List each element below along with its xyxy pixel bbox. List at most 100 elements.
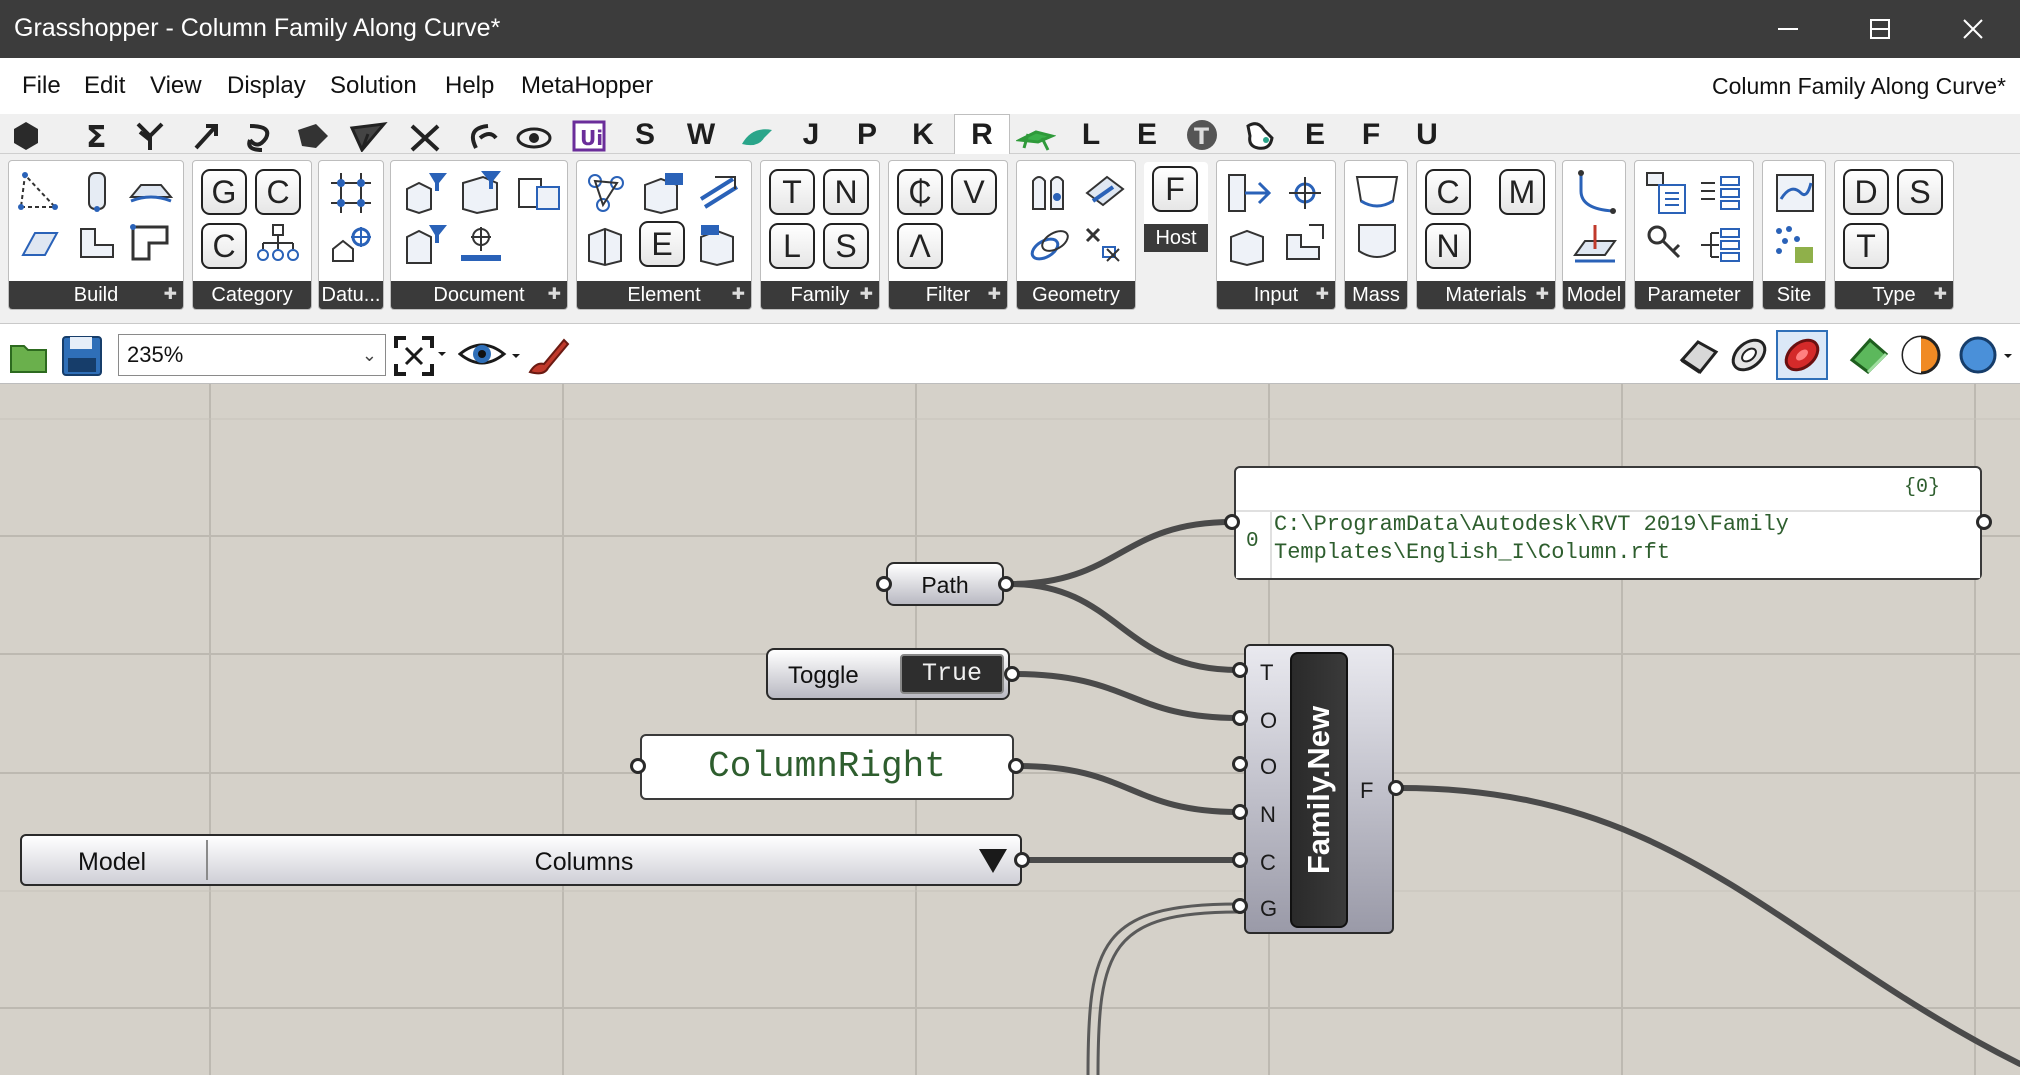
geometry-extrusion-icon[interactable]: [1025, 169, 1073, 217]
bird-tab-icon[interactable]: [738, 122, 778, 152]
element-geometry-icon[interactable]: [583, 169, 631, 217]
input-t-port[interactable]: [1232, 662, 1248, 678]
materials-m-button[interactable]: M: [1499, 169, 1545, 215]
menu-metahopper[interactable]: MetaHopper: [521, 72, 653, 100]
input-point-icon[interactable]: [1279, 169, 1327, 217]
category-g-button[interactable]: G: [201, 169, 247, 215]
type-s-button[interactable]: S: [1897, 169, 1943, 215]
materials-n-button[interactable]: N: [1425, 223, 1471, 269]
panel-input-port[interactable]: [1224, 514, 1240, 530]
element-decompose-icon[interactable]: [695, 221, 743, 269]
parameter-set-icon[interactable]: [1697, 169, 1745, 217]
filter-class-button[interactable]: ₵: [897, 169, 943, 215]
save-file-icon[interactable]: [60, 334, 104, 376]
family-new-component[interactable]: T O O N C G Family.New F: [1244, 644, 1394, 934]
element-parameters-icon[interactable]: [639, 169, 687, 217]
toggle-output-port[interactable]: [1004, 666, 1020, 682]
menu-view[interactable]: View: [150, 72, 202, 100]
tab-k[interactable]: K: [898, 116, 948, 154]
text-panel-output-port[interactable]: [1008, 758, 1024, 774]
tab-e[interactable]: E: [1122, 116, 1172, 154]
toggle-value[interactable]: True: [900, 654, 1004, 694]
mass-bottom-icon[interactable]: [1353, 221, 1401, 269]
input-g-port[interactable]: [1232, 898, 1248, 914]
input-element-icon[interactable]: [1225, 169, 1273, 217]
materials-c-button[interactable]: C: [1425, 169, 1471, 215]
tool-tab-icon[interactable]: T: [1184, 118, 1220, 152]
document-family-icon[interactable]: [401, 221, 449, 269]
tab-f[interactable]: F: [1346, 116, 1396, 154]
tab-e-2[interactable]: E: [1290, 116, 1340, 154]
type-d-button[interactable]: D: [1843, 169, 1889, 215]
value-list-output-port[interactable]: [1014, 852, 1030, 868]
level-icon[interactable]: [327, 221, 375, 269]
input-family-icon[interactable]: [1225, 221, 1273, 269]
family-t-button[interactable]: T: [769, 169, 815, 215]
input-o-port[interactable]: [1232, 710, 1248, 726]
window-maximize-button[interactable]: [1834, 0, 1926, 58]
text-panel[interactable]: ColumnRight: [640, 734, 1014, 800]
dropdown-triangle-icon[interactable]: [976, 846, 1010, 876]
path-parameter[interactable]: Path: [886, 562, 1004, 606]
grasshopper-canvas[interactable]: {0} 0 C:\ProgramData\Autodesk\RVT 2019\F…: [0, 384, 2020, 1075]
tab-s[interactable]: S: [620, 116, 670, 154]
menu-help[interactable]: Help: [445, 72, 494, 100]
input-o2-port[interactable]: [1232, 756, 1248, 772]
category-tree-icon[interactable]: [255, 221, 303, 269]
output-f-port[interactable]: [1388, 780, 1404, 796]
tab-p[interactable]: P: [842, 116, 892, 154]
expand-icon[interactable]: ✚: [860, 281, 873, 309]
roof-icon[interactable]: [127, 167, 175, 215]
category-c2-button[interactable]: C: [201, 223, 247, 269]
expand-icon[interactable]: ✚: [164, 281, 177, 309]
geometry-brep-icon[interactable]: [1079, 169, 1127, 217]
boolean-toggle[interactable]: Toggle True: [766, 648, 1010, 700]
path-input-port[interactable]: [876, 576, 892, 592]
preview-shaded-icon[interactable]: [1726, 332, 1772, 378]
zoom-select[interactable]: 235% ⌄: [118, 334, 386, 376]
expand-icon[interactable]: ✚: [1934, 281, 1947, 309]
filter-and-button[interactable]: Λ: [897, 223, 943, 269]
expand-icon[interactable]: ✚: [1316, 281, 1329, 309]
tab-w[interactable]: W: [676, 116, 726, 154]
menu-file[interactable]: File: [22, 72, 61, 100]
tab-u[interactable]: U: [1402, 116, 1452, 154]
tab-r-active[interactable]: R: [954, 114, 1010, 155]
menu-display[interactable]: Display: [227, 72, 306, 100]
element-preview-icon[interactable]: [695, 169, 743, 217]
document-level-icon[interactable]: [457, 221, 505, 269]
expand-icon[interactable]: ✚: [732, 281, 745, 309]
select-green-icon[interactable]: [1846, 332, 1892, 378]
site-topography-icon[interactable]: [1771, 221, 1819, 269]
sketch-pen-icon[interactable]: [524, 332, 570, 378]
input-n-port[interactable]: [1232, 804, 1248, 820]
window-minimize-button[interactable]: [1742, 0, 1834, 58]
display-sphere-icon[interactable]: [1956, 332, 2016, 378]
expand-icon[interactable]: ✚: [548, 281, 561, 309]
model-curve-icon[interactable]: [1571, 169, 1619, 217]
document-types-icon[interactable]: [457, 169, 505, 217]
family-s-button[interactable]: S: [823, 223, 869, 269]
parameter-list-icon[interactable]: [1697, 221, 1745, 269]
text-panel-input-port[interactable]: [630, 758, 646, 774]
value-list[interactable]: Model Columns: [20, 834, 1022, 886]
zoom-extents-icon[interactable]: [392, 334, 448, 376]
type-t-button[interactable]: T: [1843, 223, 1889, 269]
geometry-delete-icon[interactable]: [1079, 221, 1127, 269]
preview-eye-icon[interactable]: [458, 336, 522, 376]
input-wall-icon[interactable]: [1279, 221, 1327, 269]
input-c-port[interactable]: [1232, 852, 1248, 868]
preview-selected-button[interactable]: [1776, 330, 1828, 380]
parameter-get-icon[interactable]: [1643, 169, 1691, 217]
model-plane-icon[interactable]: [1571, 221, 1619, 269]
geometry-curve-icon[interactable]: [1025, 221, 1073, 269]
expand-icon[interactable]: ✚: [1536, 281, 1549, 309]
wall-icon[interactable]: [73, 219, 121, 267]
grasshopper-tab-icon[interactable]: [1016, 122, 1056, 152]
menu-edit[interactable]: Edit: [84, 72, 125, 100]
material-sphere-icon[interactable]: [1898, 332, 1944, 378]
element-e-button[interactable]: E: [639, 221, 685, 267]
filter-or-button[interactable]: V: [951, 169, 997, 215]
document-view-icon[interactable]: [515, 169, 563, 217]
family-n-button[interactable]: N: [823, 169, 869, 215]
